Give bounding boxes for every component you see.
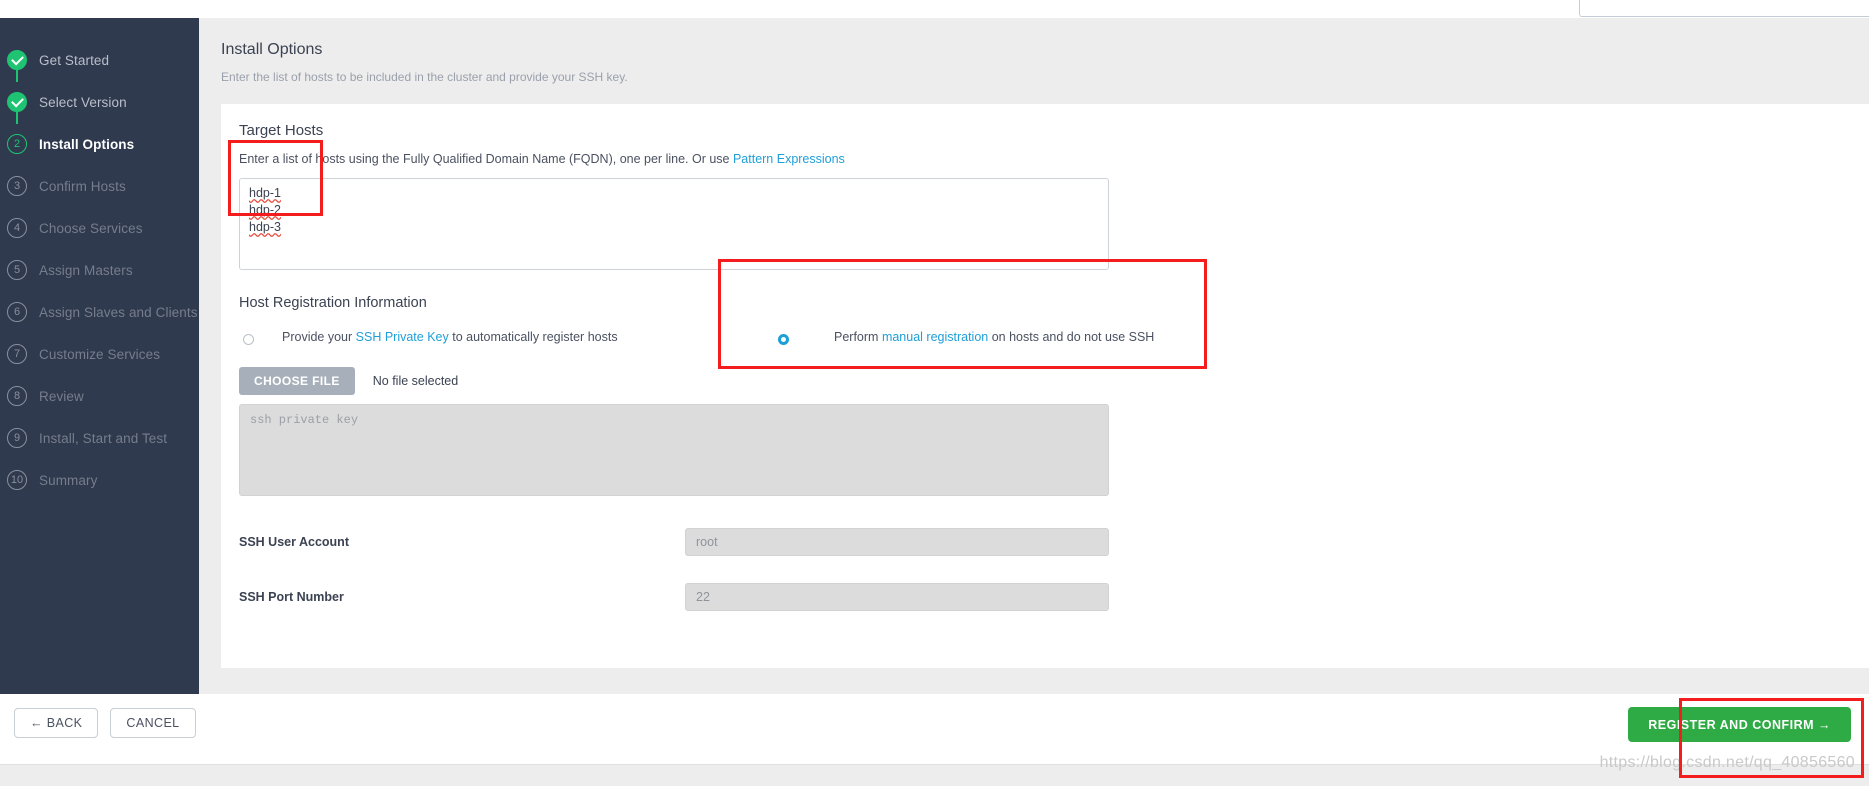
step-marker-icon: 3 — [7, 176, 27, 196]
page-subtitle: Enter the list of hosts to be included i… — [221, 70, 628, 84]
step-number: 9 — [13, 431, 21, 444]
step-marker-icon — [7, 50, 27, 70]
step-marker-icon — [7, 92, 27, 112]
host-entry: hdp-2 — [249, 203, 281, 217]
host-registration-title: Host Registration Information — [239, 295, 427, 311]
cancel-button[interactable]: CANCEL — [110, 708, 196, 738]
page-title: Install Options — [221, 41, 323, 58]
sidebar-step-summary[interactable]: 10 Summary — [0, 459, 199, 501]
registration-options-row: Provide your SSH Private Key to automati… — [239, 329, 1869, 353]
page-header: Install Options Enter the list of hosts … — [199, 18, 1869, 84]
step-label: Confirm Hosts — [39, 178, 126, 194]
wizard-sidebar: Get Started Select Version 2 Install Option… — [0, 18, 199, 694]
target-hosts-description: Enter a list of hosts using the Fully Qu… — [239, 152, 1869, 166]
step-marker-icon: 9 — [7, 428, 27, 448]
back-button[interactable]: ← BACK — [14, 708, 99, 738]
step-label: Install, Start and Test — [39, 430, 168, 446]
manual-option-suffix: on hosts and do not use SSH — [988, 330, 1155, 344]
step-label: Install Options — [39, 136, 135, 152]
step-label: Summary — [39, 472, 98, 488]
radio-manual-registration[interactable] — [778, 334, 789, 345]
step-number: 4 — [13, 221, 21, 234]
target-hosts-input[interactable]: hdp-1 hdp-2 hdp-3 — [239, 178, 1109, 270]
radio-ssh-private-key-label: Provide your SSH Private Key to automati… — [282, 330, 618, 344]
sidebar-step-choose-services[interactable]: 4 Choose Services — [0, 207, 199, 249]
target-hosts-description-text: Enter a list of hosts using the Fully Qu… — [239, 152, 733, 166]
sidebar-step-customize-services[interactable]: 7 Customize Services — [0, 333, 199, 375]
step-marker-icon: 2 — [7, 134, 27, 154]
step-marker-icon: 4 — [7, 218, 27, 238]
watermark: https://blog.csdn.net/qq_40856560 — [1599, 754, 1855, 771]
step-number: 3 — [13, 179, 21, 192]
step-label: Choose Services — [39, 220, 143, 236]
step-label: Get Started — [39, 52, 110, 68]
footer-left-buttons: ← BACK CANCEL — [14, 708, 196, 738]
top-strip — [0, 0, 1869, 18]
step-label: Review — [39, 388, 84, 404]
sidebar-step-confirm-hosts[interactable]: 3 Confirm Hosts — [0, 165, 199, 207]
ssh-port-number-row: SSH Port Number — [239, 583, 1869, 611]
ssh-option-suffix: to automatically register hosts — [448, 330, 618, 344]
sidebar-step-install-options[interactable]: 2 Install Options — [0, 123, 199, 165]
step-label: Assign Masters — [39, 262, 133, 278]
host-entry: hdp-3 — [249, 220, 281, 234]
step-label: Assign Slaves and Clients — [39, 304, 198, 320]
step-number: 8 — [13, 389, 21, 402]
step-number: 10 — [10, 473, 24, 486]
ssh-user-account-row: SSH User Account — [239, 528, 1869, 556]
wizard-step-list: Get Started Select Version 2 Install Option… — [0, 18, 199, 501]
radio-ssh-private-key[interactable] — [243, 334, 254, 345]
step-number: 2 — [13, 137, 21, 150]
step-marker-icon: 6 — [7, 302, 27, 322]
install-wizard-page: Get Started Select Version 2 Install Option… — [0, 0, 1869, 786]
manual-registration-link[interactable]: manual registration — [882, 330, 988, 344]
sidebar-step-assign-slaves-and-clients[interactable]: 6 Assign Slaves and Clients — [0, 291, 199, 333]
main-content: Install Options Enter the list of hosts … — [199, 18, 1869, 694]
install-options-card: Target Hosts Enter a list of hosts using… — [221, 104, 1869, 668]
step-marker-icon: 8 — [7, 386, 27, 406]
file-chooser-row: CHOOSE FILE No file selected — [239, 367, 1869, 395]
radio-manual-registration-label: Perform manual registration on hosts and… — [834, 330, 1154, 344]
top-right-partial-field[interactable] — [1579, 0, 1869, 17]
step-marker-icon: 5 — [7, 260, 27, 280]
choose-file-button[interactable]: CHOOSE FILE — [239, 367, 355, 395]
ssh-private-key-link[interactable]: SSH Private Key — [356, 330, 449, 344]
pattern-expressions-link[interactable]: Pattern Expressions — [733, 152, 845, 166]
target-hosts-value: hdp-1 hdp-2 hdp-3 — [249, 185, 1099, 236]
sidebar-step-review[interactable]: 8 Review — [0, 375, 199, 417]
ssh-private-key-textarea[interactable] — [239, 404, 1109, 496]
step-number: 7 — [13, 347, 21, 360]
register-and-confirm-button[interactable]: REGISTER AND CONFIRM → — [1628, 707, 1851, 742]
footer-bottom-bar — [0, 764, 1869, 786]
sidebar-step-select-version[interactable]: Select Version — [0, 81, 199, 123]
ssh-user-account-input[interactable] — [685, 528, 1109, 556]
manual-option-prefix: Perform — [834, 330, 882, 344]
step-marker-icon: 10 — [7, 470, 27, 490]
sidebar-step-install-start-and-test[interactable]: 9 Install, Start and Test — [0, 417, 199, 459]
file-selected-status: No file selected — [372, 374, 459, 388]
ssh-port-number-label: SSH Port Number — [239, 590, 344, 604]
step-label: Select Version — [39, 94, 127, 110]
step-label: Customize Services — [39, 346, 161, 362]
step-number: 6 — [13, 305, 21, 318]
wizard-footer: ← BACK CANCEL REGISTER AND CONFIRM → — [0, 694, 1869, 764]
host-entry: hdp-1 — [249, 186, 281, 200]
ssh-option-prefix: Provide your — [282, 330, 356, 344]
sidebar-step-assign-masters[interactable]: 5 Assign Masters — [0, 249, 199, 291]
sidebar-step-get-started[interactable]: Get Started — [0, 39, 199, 81]
step-number: 5 — [13, 263, 21, 276]
ssh-user-account-label: SSH User Account — [239, 535, 349, 549]
step-marker-icon: 7 — [7, 344, 27, 364]
target-hosts-title: Target Hosts — [239, 122, 324, 139]
ssh-port-number-input[interactable] — [685, 583, 1109, 611]
